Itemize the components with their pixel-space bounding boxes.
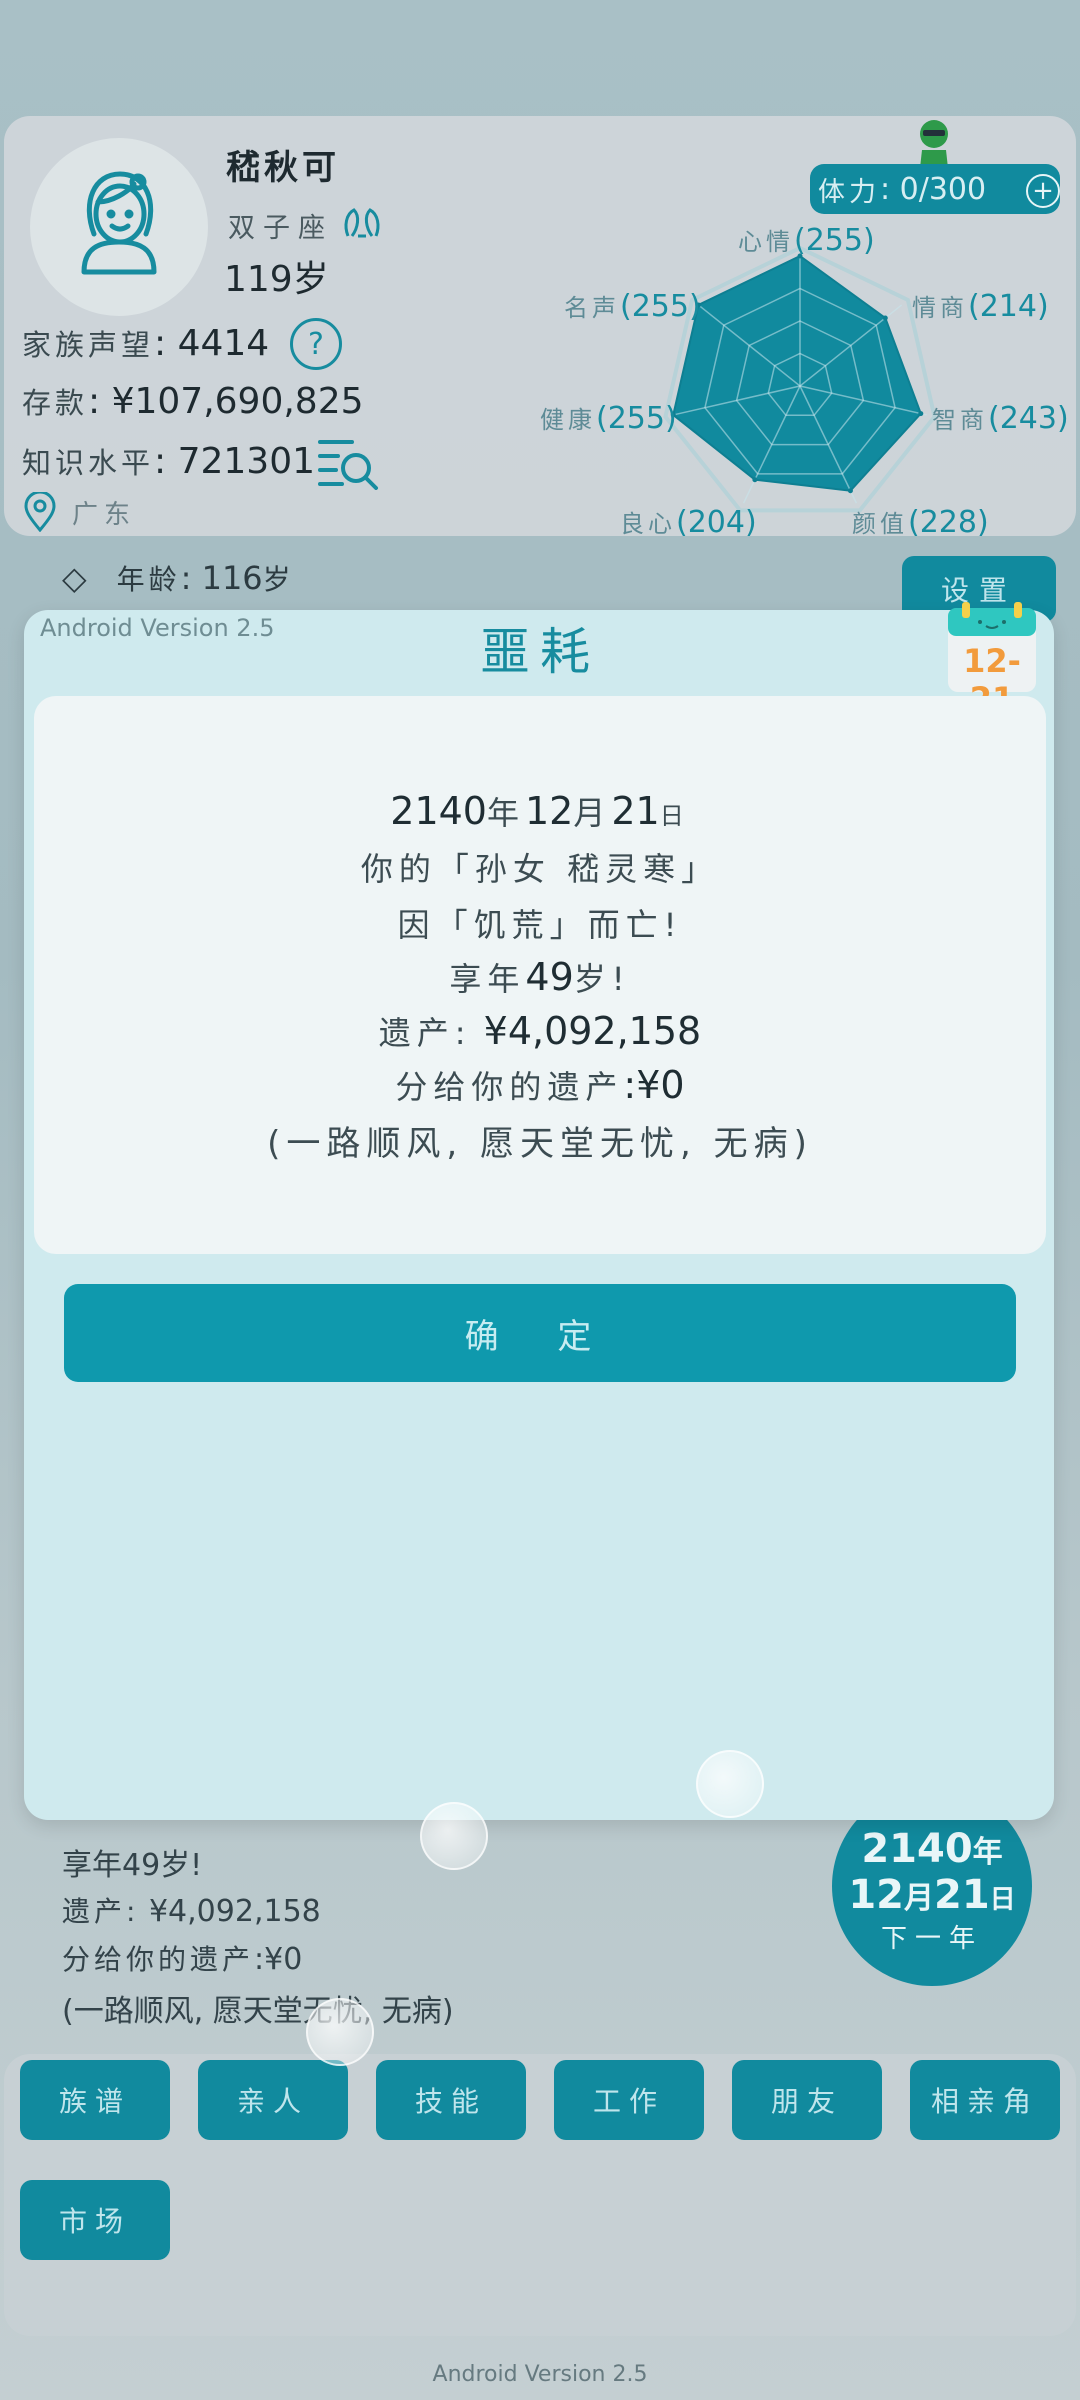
menu-market-button[interactable]: 市场 (20, 2180, 170, 2260)
menu-work-button[interactable]: 工作 (554, 2060, 704, 2140)
date-year: 2140 (861, 1826, 973, 1872)
age-label: 年龄 (116, 563, 181, 596)
bubble-decoration (696, 1750, 764, 1818)
log-line-age: 享年49岁! (62, 1848, 203, 1883)
footer-version: Android Version 2.5 (432, 2362, 648, 2387)
question-icon: ? (308, 326, 324, 362)
location-row: 广东 (22, 492, 136, 532)
search-list-icon[interactable] (318, 436, 380, 494)
date-month: 12 (848, 1872, 904, 1918)
knowledge-label: 知识水平 (22, 446, 155, 480)
avatar[interactable] (30, 138, 208, 316)
radar-label-fame: 名声(255) (564, 289, 701, 324)
bubble-decoration (306, 1998, 374, 2066)
location-label: 广东 (72, 499, 137, 530)
age-row: ◇ 年龄: 116岁 (62, 558, 295, 598)
character-name: 嵇秋可 (226, 148, 340, 188)
knowledge-stat: 知识水平: 721301 (22, 440, 315, 482)
menu-friends-button[interactable]: 朋友 (732, 2060, 882, 2140)
savings-label: 存款 (22, 386, 89, 420)
savings-stat: 存款: ¥107,690,825 (22, 380, 364, 422)
diamond-icon: ◇ (62, 559, 87, 597)
message-date: 2140年12月21日 (390, 789, 690, 833)
menu-family-tree-button[interactable]: 族谱 (20, 2060, 170, 2140)
next-year-label: 下一年 (880, 1924, 983, 1954)
message-age: 享年49岁! (449, 955, 631, 999)
radar-label-conscience: 良心(204) (620, 505, 757, 540)
radar-point-4 (752, 477, 758, 483)
stamina-display: 体力: 0/300 (810, 164, 1060, 214)
message-inheritance: 遗产: ¥4,092,158 (378, 1009, 702, 1053)
log-line-share: 分给你的遗产:¥0 (62, 1942, 303, 1977)
add-stamina-button[interactable]: + (1026, 174, 1060, 208)
character-age: 119岁 (224, 259, 329, 300)
message-blessing: (一路顺风, 愿天堂无忧, 无病) (267, 1124, 813, 1164)
knowledge-value: : 721301 (154, 441, 316, 482)
bubble-decoration (420, 1802, 488, 1870)
stamina-value: : 0/300 (880, 171, 987, 207)
help-button[interactable]: ? (290, 318, 342, 370)
log-line-inheritance: 遗产: ¥4,092,158 (62, 1894, 321, 1929)
attribute-radar-chart (663, 246, 937, 513)
radar-point-3 (847, 488, 853, 494)
message-relative: 你的「孙女 嵇灵寒」 (360, 850, 720, 888)
stamina-label: 体力 (818, 176, 880, 208)
radar-point-1 (882, 315, 888, 321)
dialog-title: 噩耗 (480, 623, 600, 681)
age-unit: 岁 (262, 563, 295, 596)
zodiac-label: 双子座 (228, 213, 333, 244)
reputation-stat: 家族声望: 4414 (22, 322, 269, 364)
date-day: 21 (933, 1872, 990, 1918)
radar-label-looks: 颜值(228) (852, 505, 989, 540)
calendar-icon: 12-21 (944, 602, 1044, 718)
message-cause: 因「饥荒」而亡! (397, 906, 683, 944)
avatar-girl-icon (81, 171, 157, 275)
log-line-blessing: (一路顺风, 愿天堂无忧, 无病) (62, 1994, 454, 2029)
menu-skills-button[interactable]: 技能 (376, 2060, 526, 2140)
savings-value: : ¥107,690,825 (88, 381, 364, 422)
reputation-value: : 4414 (154, 323, 270, 364)
confirm-button[interactable]: 确 定 (64, 1284, 1016, 1382)
gemini-icon (342, 206, 382, 244)
menu-dating-button[interactable]: 相亲角 (910, 2060, 1060, 2140)
radar-label-iq: 智商(243) (932, 401, 1069, 436)
location-pin-icon (24, 492, 56, 532)
reputation-label: 家族声望 (22, 328, 155, 362)
radar-point-2 (918, 411, 924, 417)
menu-relatives-button[interactable]: 亲人 (198, 2060, 348, 2140)
radar-label-eq: 情商(214) (912, 289, 1049, 324)
radar-label-health: 健康(255) (540, 401, 677, 436)
radar-label-mood: 心情(255) (738, 223, 875, 258)
age-value: : 116 (180, 559, 263, 597)
plus-icon: + (1032, 176, 1054, 206)
message-share: 分给你的遗产:¥0 (395, 1063, 685, 1107)
